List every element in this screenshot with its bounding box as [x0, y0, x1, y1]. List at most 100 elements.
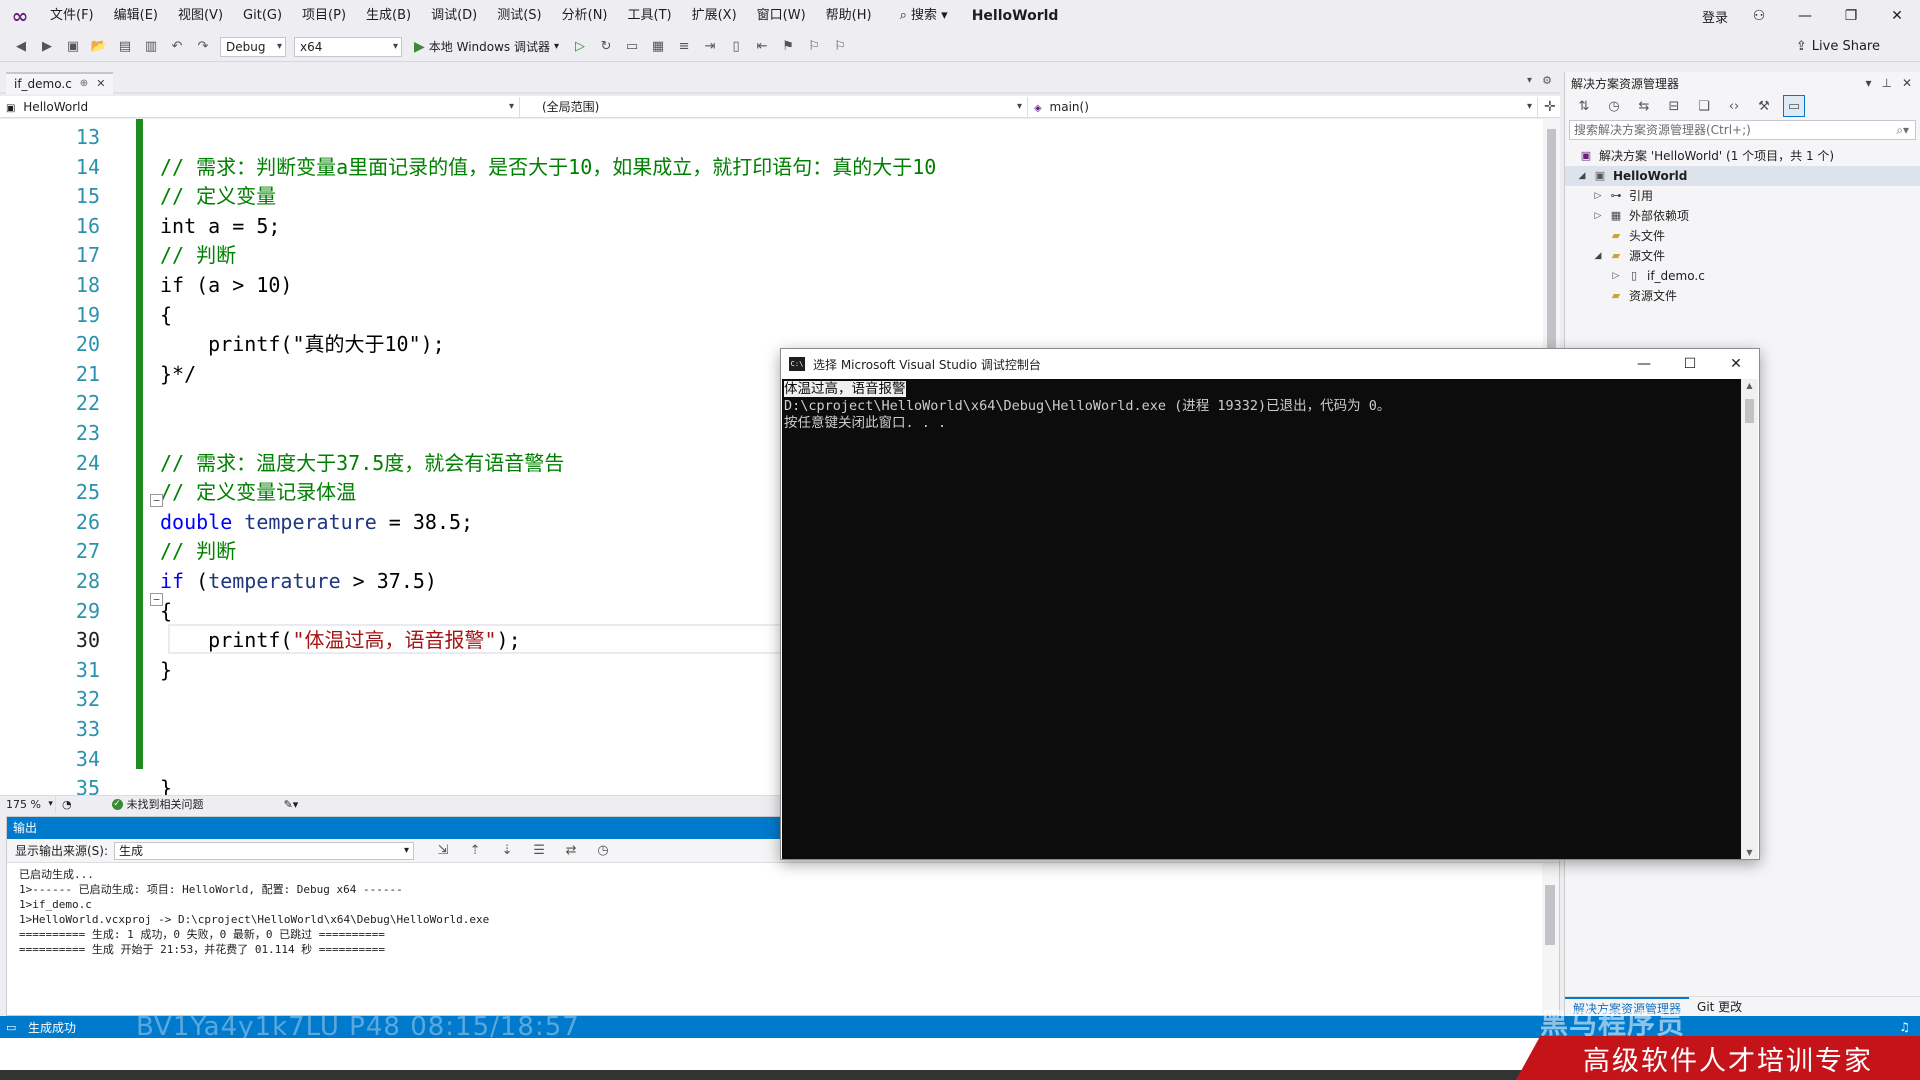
- visual-studio-logo-icon[interactable]: ∞: [0, 0, 40, 32]
- menu-item[interactable]: 文件(F): [40, 0, 104, 32]
- scrollbar-thumb[interactable]: [1745, 399, 1754, 423]
- console-output[interactable]: 体温过高，语音报警 D:\cproject\HelloWorld\x64\Deb…: [782, 379, 1742, 859]
- tree-item-solution[interactable]: ▣ 解决方案 'HelloWorld' (1 个项目，共 1 个): [1565, 146, 1920, 166]
- console-title-bar[interactable]: C:\ 选择 Microsoft Visual Studio 调试控制台 — ☐…: [781, 349, 1759, 379]
- format-icon[interactable]: ≡: [673, 36, 695, 58]
- console-close-button[interactable]: ✕: [1713, 349, 1759, 379]
- collapsed-arrow-icon[interactable]: ▷: [1591, 206, 1605, 226]
- pin-icon[interactable]: ⊥: [1881, 76, 1891, 90]
- console-selected-text[interactable]: 体温过高，语音报警: [784, 381, 906, 397]
- console-minimize-button[interactable]: —: [1621, 349, 1667, 379]
- expanded-arrow-icon[interactable]: ◢: [1575, 166, 1589, 186]
- code-view-icon[interactable]: ‹›: [1723, 95, 1745, 117]
- indent-icon[interactable]: ⇤: [751, 36, 773, 58]
- layout-icon[interactable]: ▦: [647, 36, 669, 58]
- function-combo[interactable]: ◈ main(): [1028, 96, 1538, 117]
- tree-item-project[interactable]: ◢ ▣ HelloWorld: [1565, 166, 1920, 186]
- split-editor-icon[interactable]: ✛: [1544, 99, 1556, 115]
- menu-item[interactable]: 测试(S): [487, 0, 551, 32]
- clock-icon[interactable]: ◷: [592, 840, 614, 862]
- show-all-files-icon[interactable]: ❏: [1693, 95, 1715, 117]
- bookmark-icon[interactable]: ⚑: [777, 36, 799, 58]
- live-share-button[interactable]: ⇪ Live Share: [1796, 39, 1880, 54]
- forward-icon[interactable]: ▶: [36, 36, 58, 58]
- tree-item-headers[interactable]: ▰ 头文件: [1565, 226, 1920, 246]
- folder-icon[interactable]: ▭: [621, 36, 643, 58]
- back-icon[interactable]: ◀: [10, 36, 32, 58]
- save-icon[interactable]: ▤: [114, 36, 136, 58]
- close-icon[interactable]: ✕: [1902, 76, 1912, 90]
- fold-toggle[interactable]: −: [150, 494, 163, 507]
- tab-if-demo-c[interactable]: if_demo.c ⊕ ✕: [6, 72, 114, 95]
- menu-item[interactable]: 调试(D): [421, 0, 487, 32]
- start-debugging-button[interactable]: ▶ 本地 Windows 调试器 ▾: [414, 36, 559, 58]
- login-button[interactable]: 登录: [1694, 7, 1736, 26]
- tree-item-source-file[interactable]: ▷ ▯ if_demo.c: [1565, 266, 1920, 286]
- find-message-icon[interactable]: ⇲: [432, 840, 454, 862]
- close-button[interactable]: ✕: [1874, 0, 1920, 32]
- restore-button[interactable]: ❐: [1828, 0, 1874, 32]
- collapsed-arrow-icon[interactable]: ▷: [1609, 266, 1623, 286]
- menu-item[interactable]: 项目(P): [292, 0, 356, 32]
- pin-icon[interactable]: ⊕: [80, 73, 88, 95]
- hot-reload-icon[interactable]: ↻: [595, 36, 617, 58]
- save-all-icon[interactable]: ▥: [140, 36, 162, 58]
- output-vertical-scrollbar[interactable]: [1542, 863, 1559, 1015]
- comment-icon[interactable]: ▯: [725, 36, 747, 58]
- collapsed-arrow-icon[interactable]: ▷: [1591, 186, 1605, 206]
- close-icon[interactable]: ✕: [96, 73, 105, 95]
- menu-item[interactable]: 扩展(X): [682, 0, 747, 32]
- menu-item[interactable]: Git(G): [233, 0, 292, 32]
- tree-item-sources[interactable]: ◢ ▰ 源文件: [1565, 246, 1920, 266]
- solution-search-input[interactable]: 搜索解决方案资源管理器(Ctrl+;) ⌕▾: [1569, 120, 1916, 140]
- menu-item[interactable]: 窗口(W): [747, 0, 816, 32]
- undo-icon[interactable]: ↶: [166, 36, 188, 58]
- menu-item[interactable]: 分析(N): [552, 0, 618, 32]
- prev-bookmark-icon[interactable]: ⚐: [803, 36, 825, 58]
- issues-indicator[interactable]: ✓ 未找到相关问题: [111, 796, 204, 812]
- word-wrap-icon[interactable]: ⇄: [560, 840, 582, 862]
- menu-item[interactable]: 帮助(H): [816, 0, 882, 32]
- sync-icon[interactable]: ⇆: [1633, 95, 1655, 117]
- history-icon[interactable]: ◷: [1603, 95, 1625, 117]
- account-icon[interactable]: ⚇: [1736, 0, 1782, 32]
- menu-item[interactable]: 编辑(E): [104, 0, 168, 32]
- notifications-bell-icon[interactable]: ♫: [1899, 1020, 1910, 1034]
- new-project-icon[interactable]: ▣: [62, 36, 84, 58]
- scope-combo[interactable]: (全局范围): [520, 96, 1028, 117]
- configuration-select[interactable]: Debug: [220, 36, 286, 57]
- redo-icon[interactable]: ↷: [192, 36, 214, 58]
- open-file-icon[interactable]: 📂: [88, 36, 110, 58]
- scrollbar-thumb[interactable]: [1545, 885, 1555, 945]
- cleanup-brush-icon[interactable]: ✎▾: [284, 798, 299, 811]
- prev-message-icon[interactable]: ⇡: [464, 840, 486, 862]
- project-combo[interactable]: ▣ HelloWorld: [0, 96, 520, 117]
- menu-item[interactable]: 生成(B): [356, 0, 421, 32]
- tree-item-resources[interactable]: ▰ 资源文件: [1565, 286, 1920, 306]
- switch-views-icon[interactable]: ⇅: [1573, 95, 1595, 117]
- settings-gear-icon[interactable]: ⚙: [1542, 74, 1552, 87]
- expanded-arrow-icon[interactable]: ◢: [1591, 246, 1605, 266]
- scroll-up-icon[interactable]: ▲: [1741, 381, 1758, 390]
- scroll-down-icon[interactable]: ▼: [1741, 848, 1758, 857]
- collapse-all-icon[interactable]: ⊟: [1663, 95, 1685, 117]
- console-maximize-button[interactable]: ☐: [1667, 349, 1713, 379]
- next-bookmark-icon[interactable]: ⚐: [829, 36, 851, 58]
- properties-wrench-icon[interactable]: ⚒: [1753, 95, 1775, 117]
- console-vertical-scrollbar[interactable]: ▲ ▼: [1741, 379, 1758, 859]
- platform-select[interactable]: x64: [294, 36, 402, 57]
- next-message-icon[interactable]: ⇣: [496, 840, 518, 862]
- minimize-button[interactable]: —: [1782, 0, 1828, 32]
- start-without-debugging-icon[interactable]: ▷: [569, 36, 591, 58]
- output-source-select[interactable]: 生成: [114, 841, 415, 860]
- search-box[interactable]: ⌕ 搜索 ▾: [890, 5, 958, 27]
- tree-item-references[interactable]: ▷ ⊶ 引用: [1565, 186, 1920, 206]
- window-position-icon[interactable]: ▾: [1865, 76, 1871, 90]
- debug-console-window[interactable]: C:\ 选择 Microsoft Visual Studio 调试控制台 — ☐…: [780, 348, 1760, 860]
- tab-list-dropdown-icon[interactable]: ▾: [1527, 75, 1532, 86]
- tab-git-changes[interactable]: Git 更改: [1689, 997, 1750, 1017]
- fold-toggle[interactable]: −: [150, 593, 163, 606]
- step-icon[interactable]: ⇥: [699, 36, 721, 58]
- intellicode-icon[interactable]: ◔: [62, 798, 72, 811]
- tree-item-external-deps[interactable]: ▷ ▦ 外部依赖项: [1565, 206, 1920, 226]
